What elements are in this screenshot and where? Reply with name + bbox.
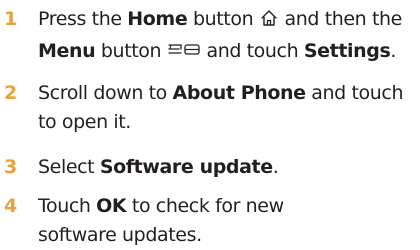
step-line: Menu button and touch Settings. — [38, 37, 416, 69]
step-line: Touch OK to check for new — [38, 192, 416, 221]
instruction-steps: 1 Press the Home button and then the Men… — [0, 0, 420, 248]
text-span: Select — [38, 156, 100, 178]
text-span: Touch — [38, 195, 97, 217]
step-line: Select Software update. — [38, 153, 416, 182]
step-line: Press the Home button and then the — [38, 5, 416, 37]
text-span: . — [272, 156, 279, 178]
step-number: 4 — [4, 195, 18, 217]
step-line: to open it. — [38, 108, 416, 137]
step-line: software updates. — [38, 221, 416, 250]
text-span: button — [95, 40, 167, 62]
text-span: and touch — [305, 82, 404, 104]
home-button-label: Home — [127, 8, 188, 30]
step-text: Touch OK to check for new software updat… — [38, 192, 416, 250]
text-span: . — [390, 40, 397, 62]
text-span: Press the — [38, 8, 128, 30]
text-span: to check for new — [126, 195, 284, 217]
text-span: to open it. — [38, 111, 131, 133]
settings-label: Settings — [303, 40, 391, 62]
step-number: 3 — [4, 156, 18, 178]
text-span: Scroll down to — [38, 82, 173, 104]
step-text: Press the Home button and then the Menu … — [38, 5, 416, 69]
step-text: Select Software update. — [38, 153, 416, 182]
menu-icon — [167, 40, 201, 69]
text-span: software updates. — [38, 224, 202, 246]
about-phone-label: About Phone — [172, 82, 307, 104]
ok-label: OK — [96, 195, 127, 217]
text-span: and then the — [278, 8, 403, 30]
step-line: Scroll down to About Phone and touch — [38, 79, 416, 108]
menu-button-label: Menu — [38, 40, 96, 62]
step-number: 1 — [4, 8, 18, 30]
text-span: button — [187, 8, 259, 30]
step-text: Scroll down to About Phone and touch to … — [38, 79, 416, 137]
text-span: and touch — [200, 40, 304, 62]
home-icon — [259, 8, 279, 37]
step-number: 2 — [4, 82, 18, 104]
software-update-label: Software update — [99, 156, 273, 178]
